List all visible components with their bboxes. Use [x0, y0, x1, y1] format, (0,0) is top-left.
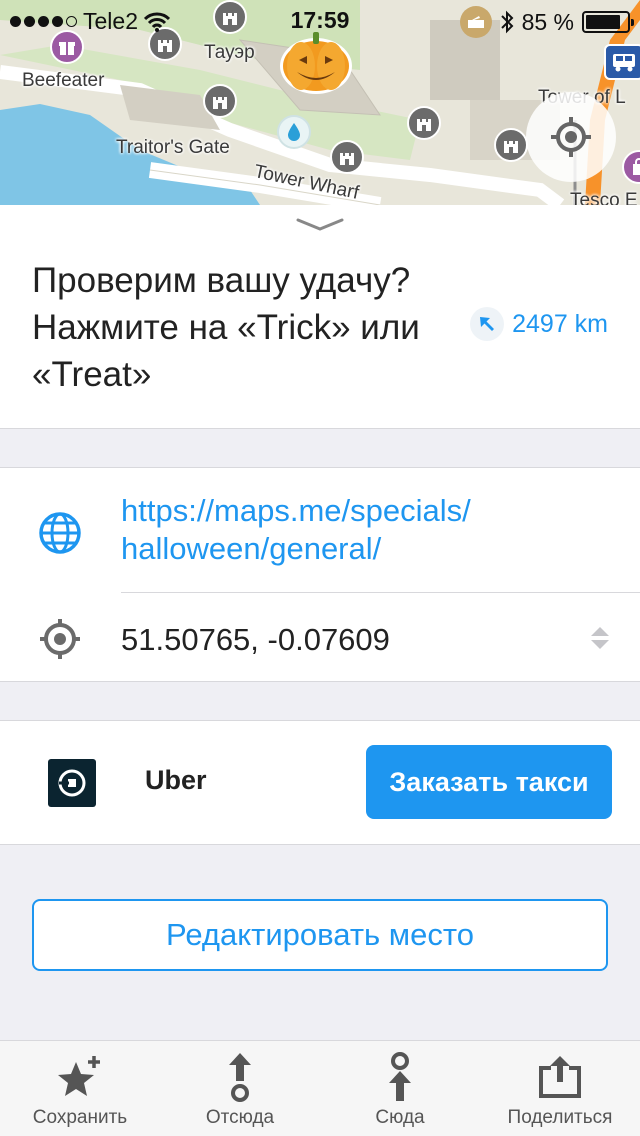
save-label: Сохранить — [32, 1107, 128, 1128]
route-from-button[interactable]: Отсюда — [160, 1041, 320, 1136]
bluetooth-icon — [500, 10, 513, 34]
battery-icon — [582, 11, 634, 33]
distance-indicator: 2497 km — [470, 307, 608, 341]
globe-icon — [39, 512, 81, 554]
website-link-line1[interactable]: https://maps.me/specials/ — [121, 492, 471, 530]
castle-icon[interactable] — [494, 128, 528, 162]
save-bookmark-button[interactable]: Сохранить — [0, 1041, 160, 1136]
map-label-beefeater: Beefeater — [22, 70, 105, 91]
route-to-icon — [389, 1052, 411, 1101]
castle-icon[interactable] — [203, 84, 237, 118]
place-page: Проверим вашу удачу? Нажмите на «Trick» … — [0, 205, 640, 1136]
map-label-traitors-gate: Traitor's Gate — [116, 137, 230, 158]
share-label: Поделиться — [507, 1107, 613, 1128]
sort-toggle-icon[interactable] — [589, 625, 611, 651]
route-to-button[interactable]: Сюда — [320, 1041, 480, 1136]
star-plus-icon — [58, 1056, 100, 1096]
share-icon — [539, 1056, 581, 1098]
castle-icon[interactable] — [407, 106, 441, 140]
website-link-line2[interactable]: halloween/general/ — [121, 530, 471, 568]
bottom-action-bar: Сохранить Отсюда Сюда Поделиться — [0, 1040, 640, 1136]
uber-logo-icon — [48, 759, 96, 807]
battery-percent: 85 % — [521, 8, 574, 35]
section-separator — [0, 681, 640, 721]
map-label-tesco: Tesco E — [570, 190, 638, 205]
edit-place-button[interactable]: Редактировать место — [32, 899, 608, 971]
row-divider — [121, 592, 640, 593]
route-from-label: Отсюда — [205, 1107, 275, 1128]
route-from-icon — [229, 1053, 251, 1102]
section-separator — [0, 428, 640, 468]
direction-arrow-icon — [470, 307, 505, 341]
map-label-tower: Тауэр — [204, 42, 255, 63]
route-to-label: Сюда — [375, 1107, 425, 1128]
bus-icon[interactable] — [604, 44, 640, 80]
locate-me-icon[interactable] — [526, 92, 616, 182]
water-drop-icon[interactable] — [277, 115, 311, 149]
taxi-provider-label: Uber — [145, 765, 207, 795]
app-badge-icon — [459, 6, 492, 38]
distance-value: 2497 km — [512, 309, 608, 338]
order-taxi-button[interactable]: Заказать такси — [366, 745, 612, 819]
place-title: Проверим вашу удачу? Нажмите на «Trick» … — [32, 261, 420, 394]
map-view[interactable]: Beefeater Тауэр Traitor's Gate Tower Wha… — [0, 0, 640, 205]
coordinates-value[interactable]: 51.50765, -0.07609 — [121, 622, 390, 658]
castle-icon[interactable] — [330, 140, 364, 174]
crosshair-icon — [40, 619, 80, 659]
chevron-down-icon[interactable] — [296, 217, 344, 233]
share-button[interactable]: Поделиться — [480, 1041, 640, 1136]
website-link[interactable]: https://maps.me/specials/ halloween/gene… — [121, 492, 471, 568]
status-bar: Tele2 17:59 85 % — [0, 0, 640, 40]
